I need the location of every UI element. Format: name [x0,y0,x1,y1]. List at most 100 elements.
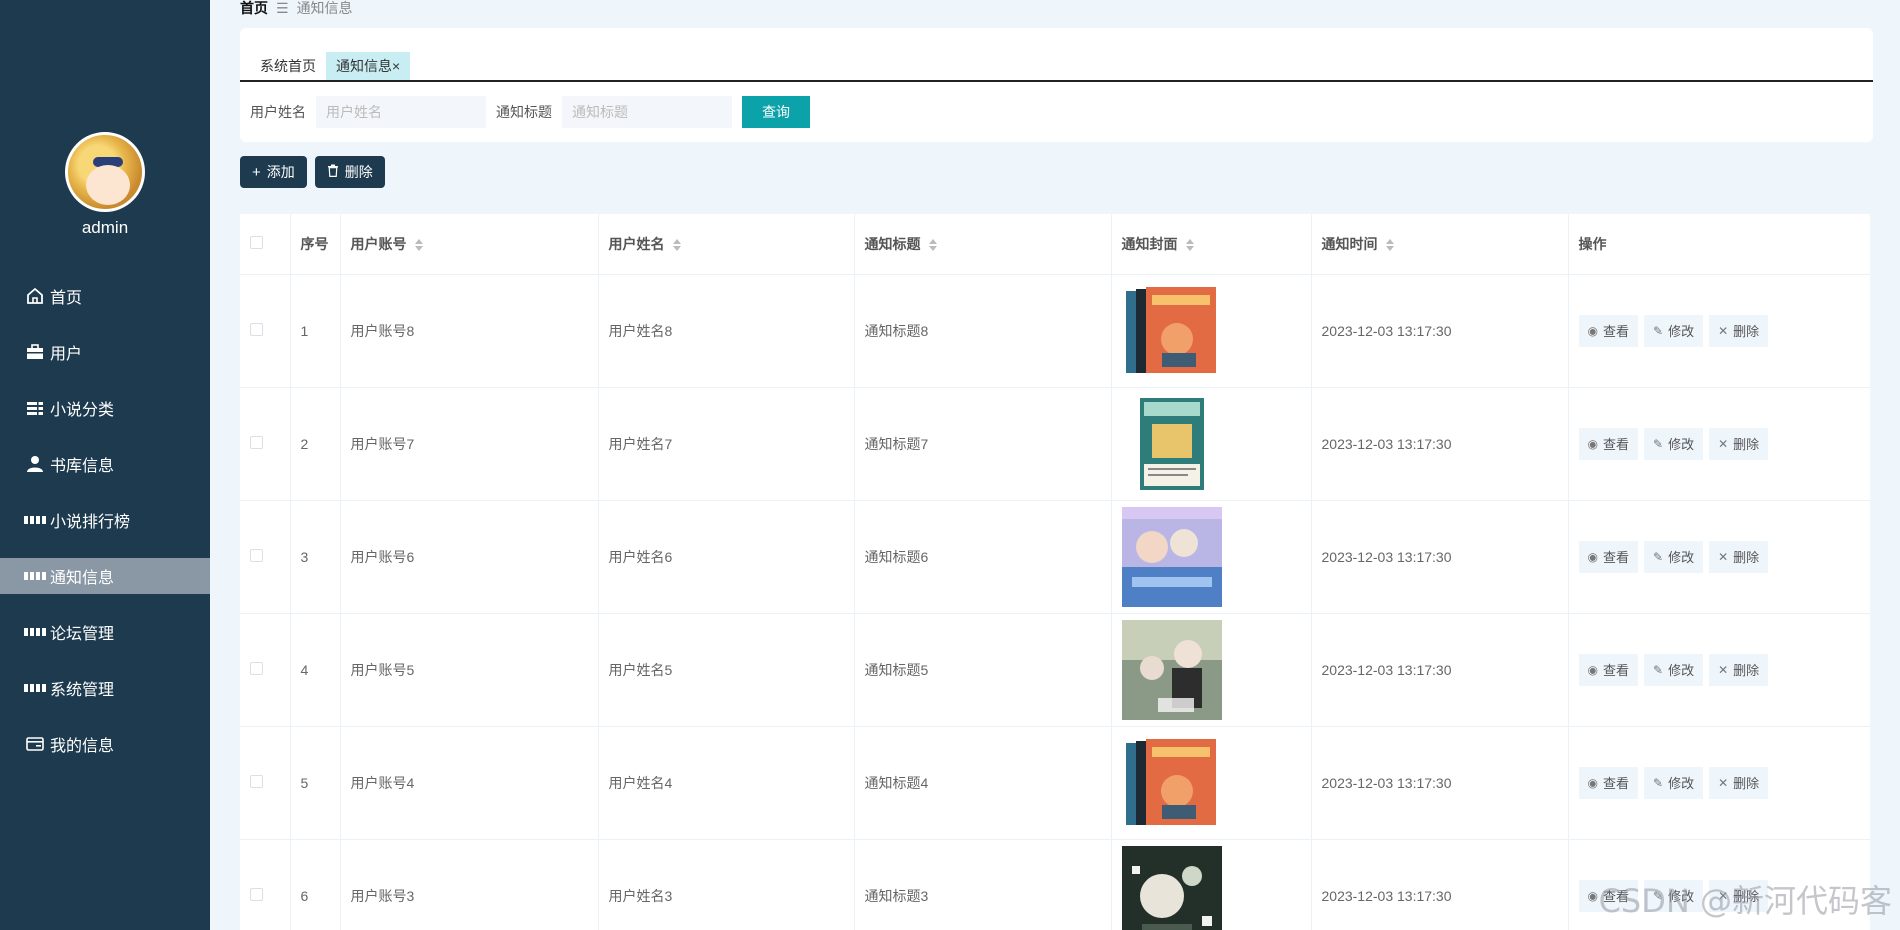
sidebar-item-forum[interactable]: 论坛管理 [0,604,210,660]
cell-index: 4 [290,613,341,727]
close-icon: ✕ [1718,436,1729,451]
row-checkbox[interactable] [250,322,263,336]
header-time[interactable]: 通知时间 [1311,214,1569,275]
cover-image[interactable] [1121,732,1311,833]
view-button[interactable]: ◉ 查看 [1578,427,1638,460]
row-checkbox-cell [240,726,291,840]
select-all-checkbox[interactable] [250,235,263,249]
name-label: 用户姓名 [250,104,306,120]
list-icon [24,397,46,419]
cell-name: 用户姓名7 [598,387,855,501]
edit-button[interactable]: ✎ 修改 [1644,427,1704,460]
close-icon[interactable]: × [392,58,400,74]
delete-row-button[interactable]: ✕ 删除 [1709,427,1769,460]
sidebar-item-ranking[interactable]: 小说排行榜 [0,492,210,548]
sort-icon [672,239,681,252]
username: admin [81,218,129,237]
cell-cover [1111,613,1312,727]
sort-icon [414,239,423,252]
cover-image[interactable] [1121,393,1311,494]
cell-cover [1111,387,1312,501]
search-row: 用户姓名 通知标题 查询 [250,96,810,128]
tab-notice[interactable]: 通知信息× [326,52,411,80]
cell-account: 用户账号3 [340,839,599,930]
delete-row-button[interactable]: ✕ 删除 [1709,653,1769,686]
sidebar-item-my-info[interactable]: 我的信息 [0,716,210,772]
notice-table: 序号 用户账号 用户姓名 通知标题 通知封面 通知时间 操作 1 用户账号8 用户姓… [240,214,1870,930]
sidebar-item-library[interactable]: 书库信息 [0,436,210,492]
header-title[interactable]: 通知标题 [854,214,1112,275]
table-row: 4 用户账号5 用户姓名5 通知标题5 2023-12-03 13:17:30 ◉ 查看 ✎ 修… [240,613,1870,727]
search-panel: 系统首页 通知信息× 用户姓名 通知标题 查询 [240,28,1873,142]
close-icon: ✕ [1718,549,1729,564]
add-button[interactable]: + 添加 [240,156,307,188]
edit-button[interactable]: ✎ 修改 [1644,540,1704,573]
toolbar: + 添加 删除 [240,156,393,188]
delete-button[interactable]: 删除 [314,156,385,188]
close-icon: ✕ [1718,775,1729,790]
row-checkbox-cell [240,274,291,388]
eye-icon: ◉ [1587,436,1598,451]
cell-index: 2 [290,387,341,501]
sidebar-item-home[interactable]: 首页 [0,268,210,324]
cover-image[interactable] [1121,280,1311,381]
tab-system-home[interactable]: 系统首页 [250,52,326,80]
home-icon [24,285,46,307]
table-row: 2 用户账号7 用户姓名7 通知标题7 2023-12-03 13:17:30 ◉ 查看 ✎ 修… [240,387,1870,501]
eye-icon: ◉ [1587,888,1598,903]
grid-icon [24,677,46,699]
watermark: CSDN @新河代码客 [1598,882,1892,920]
row-checkbox[interactable] [250,661,263,675]
header-account[interactable]: 用户账号 [340,214,599,275]
cell-ops: ◉ 查看 ✎ 修改 ✕ 删除 [1568,500,1870,614]
cell-ops: ◉ 查看 ✎ 修改 ✕ 删除 [1568,726,1870,840]
title-input[interactable] [562,96,732,128]
edit-button[interactable]: ✎ 修改 [1644,766,1704,799]
view-button[interactable]: ◉ 查看 [1578,766,1638,799]
row-checkbox[interactable] [250,774,263,788]
grid-icon [24,621,46,643]
breadcrumb-home[interactable]: 首页 [240,0,268,16]
name-input[interactable] [316,96,486,128]
row-checkbox[interactable] [250,887,263,901]
header-name[interactable]: 用户姓名 [598,214,855,275]
cell-account: 用户账号4 [340,726,599,840]
sidebar-item-system[interactable]: 系统管理 [0,660,210,716]
cover-image[interactable] [1121,845,1311,930]
view-button[interactable]: ◉ 查看 [1578,653,1638,686]
delete-row-button[interactable]: ✕ 删除 [1709,766,1769,799]
sidebar-item-novel-category[interactable]: 小说分类 [0,380,210,436]
trash-icon [327,164,339,181]
cell-time: 2023-12-03 13:17:30 [1311,613,1569,727]
table-header: 序号 用户账号 用户姓名 通知标题 通知封面 通知时间 操作 [240,214,1870,275]
row-checkbox[interactable] [250,548,263,562]
edit-button[interactable]: ✎ 修改 [1644,314,1704,347]
cell-cover [1111,839,1312,930]
eye-icon: ◉ [1587,323,1598,338]
cover-image[interactable] [1121,619,1311,720]
edit-icon: ✎ [1653,436,1664,451]
view-button[interactable]: ◉ 查看 [1578,314,1638,347]
header-index: 序号 [290,214,341,275]
row-checkbox-cell [240,387,291,501]
delete-row-button[interactable]: ✕ 删除 [1709,314,1769,347]
edit-icon: ✎ [1653,662,1664,677]
delete-row-button[interactable]: ✕ 删除 [1709,540,1769,573]
sidebar-item-notice[interactable]: 通知信息 [0,558,210,594]
row-checkbox-cell [240,500,291,614]
avatar[interactable] [65,132,145,212]
header-cover[interactable]: 通知封面 [1111,214,1312,275]
cell-time: 2023-12-03 13:17:30 [1311,500,1569,614]
cell-index: 5 [290,726,341,840]
edit-button[interactable]: ✎ 修改 [1644,653,1704,686]
sidebar: admin 首页 用户 小说分类 书库信息 小说排行榜 通知信息 论坛管理 系统… [0,0,210,930]
sidebar-menu: 首页 用户 小说分类 书库信息 小说排行榜 通知信息 论坛管理 系统管理 我的信… [0,268,210,772]
view-button[interactable]: ◉ 查看 [1578,540,1638,573]
row-checkbox[interactable] [250,435,263,449]
cover-image[interactable] [1121,506,1311,607]
cell-time: 2023-12-03 13:17:30 [1311,726,1569,840]
sidebar-item-user[interactable]: 用户 [0,324,210,380]
query-button[interactable]: 查询 [742,96,810,128]
breadcrumb-separator-icon: ☰ [276,0,289,16]
cell-title: 通知标题8 [854,274,1112,388]
